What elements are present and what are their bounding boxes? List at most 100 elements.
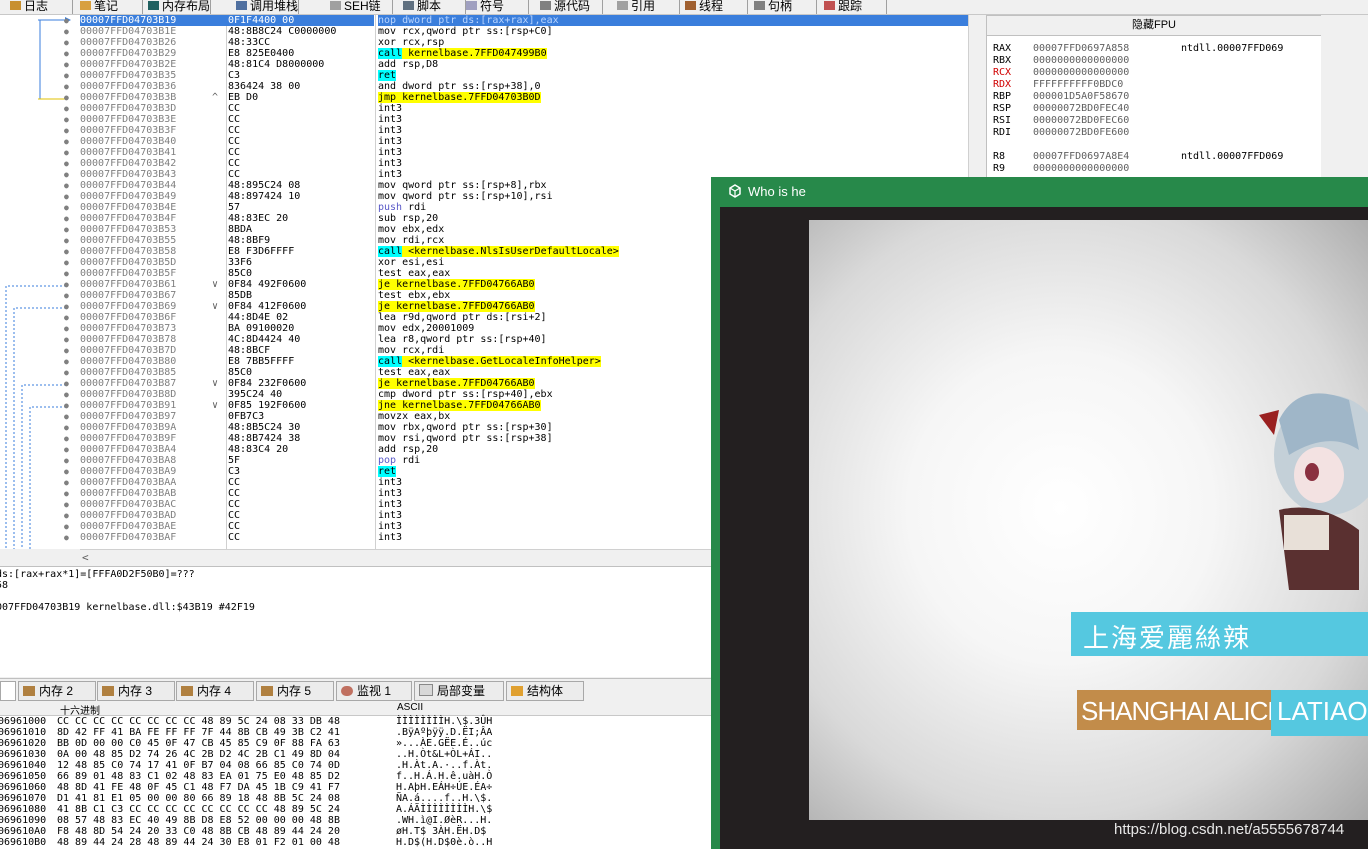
hex-row[interactable]: 06961000 CC CC CC CC CC CC CC CC 48 89 5C… [0,716,712,727]
breakpoint-dot-icon[interactable]: ● [64,147,70,158]
breakpoint-dot-icon[interactable]: ● [64,15,70,26]
tab-symbols[interactable]: 符号 [466,0,504,13]
hex-row[interactable]: 06961070 D1 41 81 E1 05 00 00 80 66 89 18… [0,793,712,804]
register-row[interactable]: RSP 00000072BD0FEC40 [993,103,1181,115]
breakpoint-dot-icon[interactable]: ● [64,81,70,92]
breakpoint-dot-icon[interactable]: ● [64,334,70,345]
hex-row[interactable]: 069610B0 48 89 44 24 28 48 89 44 24 30 E8… [0,837,712,848]
disasm-row[interactable]: ● 00007FFD04703B26 48:33CC xor rcx,rsp [0,37,968,48]
hex-row[interactable]: 06961090 08 57 48 83 EC 40 49 8B D8 E8 52… [0,815,712,826]
disasm-row[interactable]: ● 00007FFD04703B3F CC int3 [0,125,968,136]
breakpoint-dot-icon[interactable]: ● [64,180,70,191]
hex-dump[interactable]: 十六进制 ASCII 06961000 CC CC CC CC CC CC CC … [0,701,712,849]
breakpoint-dot-icon[interactable]: ● [64,433,70,444]
tab-memory-map[interactable]: 内存布局 [148,0,210,13]
disasm-row[interactable]: ● 00007FFD04703B41 CC int3 [0,147,968,158]
hex-row[interactable]: 06961050 66 89 01 48 83 C1 02 48 83 EA 01… [0,771,712,782]
breakpoint-dot-icon[interactable]: ● [64,169,70,180]
tab-source[interactable]: 源代码 [540,0,590,13]
breakpoint-dot-icon[interactable]: ● [64,224,70,235]
register-row[interactable]: RBX 0000000000000000 [993,55,1181,67]
hex-row[interactable]: 06961040 12 48 85 C0 74 17 41 0F B7 04 08… [0,760,712,771]
breakpoint-dot-icon[interactable]: ● [64,136,70,147]
tab-threads[interactable]: 线程 [685,0,723,13]
breakpoint-dot-icon[interactable]: ● [64,37,70,48]
disasm-row[interactable]: ● 00007FFD04703B3B ^ EB D0 jmp kernelbase.7F… [0,92,968,103]
breakpoint-dot-icon[interactable]: ● [64,257,70,268]
breakpoint-dot-icon[interactable]: ● [64,125,70,136]
breakpoint-dot-icon[interactable]: ● [64,510,70,521]
breakpoint-dot-icon[interactable]: ● [64,92,70,103]
breakpoint-dot-icon[interactable]: ● [64,378,70,389]
game-canvas[interactable]: 上海爱麗絲辣 SHANGHAI ALICE LATIAO F [809,220,1368,820]
register-row[interactable]: RDI 00000072BD0FE600 [993,127,1181,139]
game-client[interactable]: 上海爱麗絲辣 SHANGHAI ALICE LATIAO F [720,207,1368,849]
breakpoint-dot-icon[interactable]: ● [64,389,70,400]
tab-memory-1[interactable] [0,681,16,701]
disasm-row[interactable]: ● 00007FFD04703B36 836424 38 00 and dword p… [0,81,968,92]
breakpoint-dot-icon[interactable]: ● [64,444,70,455]
tab-struct[interactable]: 结构体 [506,681,584,701]
breakpoint-dot-icon[interactable]: ● [64,312,70,323]
breakpoint-dot-icon[interactable]: ● [64,191,70,202]
window-titlebar[interactable]: Who is he [711,177,1368,205]
breakpoint-dot-icon[interactable]: ● [64,521,70,532]
register-row[interactable]: RCX 0000000000000000 [993,67,1181,79]
hex-row[interactable]: 06961080 41 8B C1 C3 CC CC CC CC CC CC CC… [0,804,712,815]
disasm-row[interactable]: ● 00007FFD04703B3E CC int3 [0,114,968,125]
register-row[interactable]: R8 00007FFD0697A8E4 ntdll.00007FFD069 [993,151,1283,163]
breakpoint-dot-icon[interactable]: ● [64,103,70,114]
tab-notes[interactable]: 笔记 [80,0,118,13]
breakpoint-dot-icon[interactable]: ● [64,323,70,334]
breakpoint-dot-icon[interactable]: ● [64,48,70,59]
hex-row[interactable]: 06961010 8D 42 FF 41 BA FE FF FF 7F 44 8B… [0,727,712,738]
disasm-row[interactable]: ● 00007FFD04703B1E 48:8B8C24 C0000000 mov r… [0,26,968,37]
breakpoint-dot-icon[interactable]: ● [64,213,70,224]
breakpoint-dot-icon[interactable]: ● [64,422,70,433]
register-row[interactable]: RDX FFFFFFFFFF0BDC0 [993,79,1181,91]
breakpoint-dot-icon[interactable]: ● [64,455,70,466]
tab-call-stack[interactable]: 调用堆栈 [236,0,298,13]
breakpoint-dot-icon[interactable]: ● [64,235,70,246]
disasm-row[interactable]: ● 00007FFD04703B35 C3 ret [0,70,968,81]
breakpoint-dot-icon[interactable]: ● [64,367,70,378]
register-row[interactable] [993,139,1181,151]
breakpoint-dot-icon[interactable]: ● [64,400,70,411]
breakpoint-dot-icon[interactable]: ● [64,477,70,488]
hex-row[interactable]: 06961060 48 8D 41 FE 48 0F 45 C1 48 F7 DA… [0,782,712,793]
register-row[interactable]: RAX 00007FFD0697A858 ntdll.00007FFD069 [993,43,1283,55]
game-window[interactable]: Who is he 上海爱麗絲辣 SHANGHAI ALICE LATIAO F [711,177,1368,849]
tab-memory-5[interactable]: 内存 5 [256,681,334,701]
breakpoint-dot-icon[interactable]: ● [64,158,70,169]
hex-row[interactable]: 06961030 0A 00 48 85 D2 74 26 4C 2B D2 4C… [0,749,712,760]
breakpoint-dot-icon[interactable]: ● [64,202,70,213]
hex-row[interactable]: 06961020 BB 0D 00 00 C0 45 0F 47 CB 45 85… [0,738,712,749]
disasm-row[interactable]: ● 00007FFD04703B2E 48:81C4 D8000000 add rsp… [0,59,968,70]
tab-references[interactable]: 引用 [617,0,655,13]
breakpoint-dot-icon[interactable]: ● [64,26,70,37]
breakpoint-dot-icon[interactable]: ● [64,70,70,81]
tab-log[interactable]: 日志 [10,0,48,13]
disasm-row[interactable]: ● 00007FFD04703B40 CC int3 [0,136,968,147]
tab-watch-1[interactable]: 监视 1 [336,681,412,701]
tab-seh[interactable]: SEH链 [330,0,381,13]
disasm-row[interactable]: ● 00007FFD04703B42 CC int3 [0,158,968,169]
disasm-row[interactable]: ● 00007FFD04703B3D CC int3 [0,103,968,114]
register-row[interactable]: RSI 00000072BD0FEC60 [993,115,1181,127]
breakpoint-dot-icon[interactable]: ● [64,488,70,499]
scroll-left-icon[interactable]: < [82,551,89,564]
breakpoint-dot-icon[interactable]: ● [64,114,70,125]
tab-locals[interactable]: 局部变量 [414,681,504,701]
hex-row[interactable]: 069610A0 F8 48 8D 54 24 20 33 C0 48 8B CB… [0,826,712,837]
register-row[interactable]: R9 0000000000000000 [993,163,1181,175]
breakpoint-dot-icon[interactable]: ● [64,499,70,510]
breakpoint-dot-icon[interactable]: ● [64,356,70,367]
breakpoint-dot-icon[interactable]: ● [64,246,70,257]
disasm-row[interactable]: ● 00007FFD04703B29 E8 825E0400 call kernelb… [0,48,968,59]
breakpoint-dot-icon[interactable]: ● [64,411,70,422]
breakpoint-dot-icon[interactable]: ● [64,268,70,279]
tab-handles[interactable]: 句柄 [754,0,792,13]
breakpoint-dot-icon[interactable]: ● [64,345,70,356]
breakpoint-dot-icon[interactable]: ● [64,532,70,543]
tab-memory-3[interactable]: 内存 3 [97,681,175,701]
